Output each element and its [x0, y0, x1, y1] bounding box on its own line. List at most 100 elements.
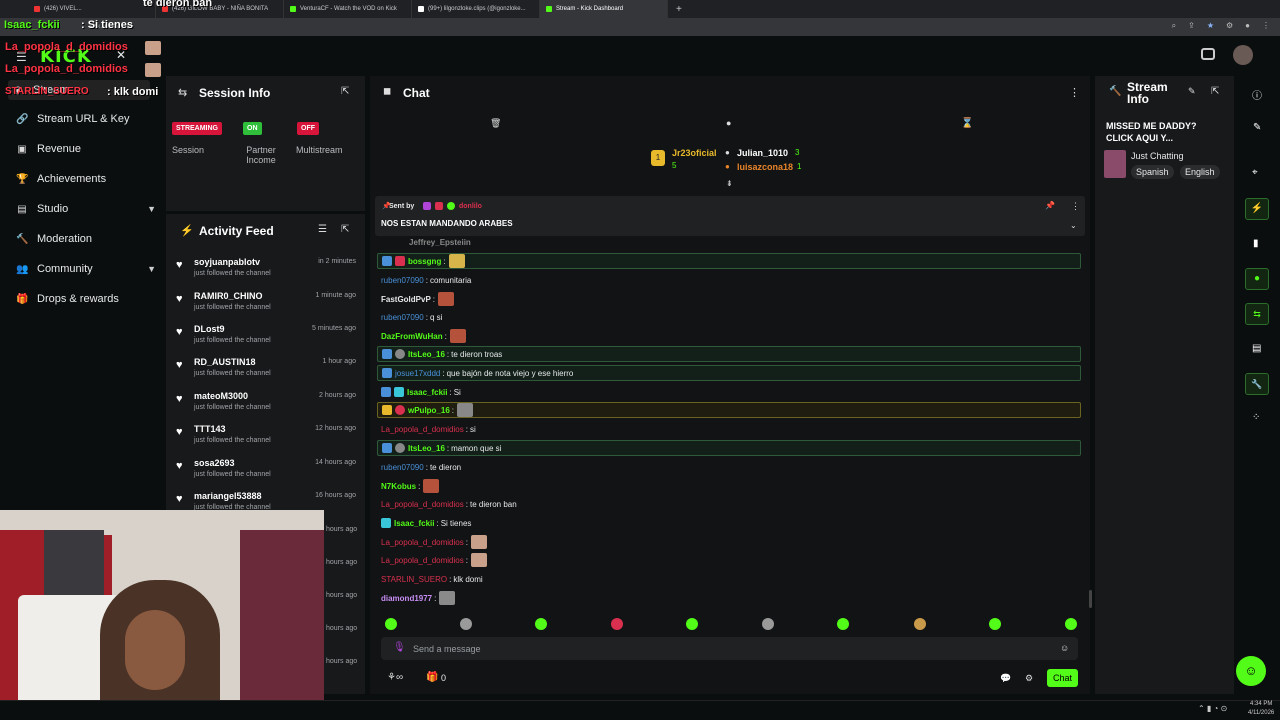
address-bar[interactable]: kick.com/stream ⌕ ⇪ ★ ⚙ ● ⋮: [0, 18, 1280, 36]
chat-message[interactable]: Isaac_fckii: Si: [377, 384, 1081, 400]
emote-button[interactable]: [989, 618, 1001, 630]
chat-message[interactable]: ruben07090: comunitaria: [377, 272, 1081, 288]
profile-icon[interactable]: ●: [1245, 21, 1250, 31]
activity-time: hours ago: [326, 658, 358, 665]
edit-icon[interactable]: ✎: [1188, 86, 1196, 97]
chat-message[interactable]: ItsLeo_16: te dieron troas: [377, 346, 1081, 362]
chat-message[interactable]: La_popola_d_domidios:: [377, 552, 1081, 568]
stream-info-title: Stream Info: [1127, 80, 1168, 106]
chat-mode-icon[interactable]: ●: [726, 118, 731, 128]
overlay-emote: [145, 63, 161, 77]
tag-spanish[interactable]: Spanish: [1131, 165, 1174, 179]
sidebar-item-moderation[interactable]: 🔨 Moderation: [16, 229, 156, 249]
emote: [423, 479, 440, 493]
more-options-icon[interactable]: ⋮: [1069, 86, 1080, 99]
chat-message[interactable]: diamond1977:: [377, 590, 1081, 606]
hammer-icon: 🔨: [16, 233, 29, 245]
share-icon[interactable]: ⇪: [1188, 21, 1195, 31]
emote-button[interactable]: [837, 618, 849, 630]
network-icon[interactable]: ⁘: [1252, 412, 1260, 423]
bookmark-star-icon[interactable]: ★: [1207, 21, 1214, 31]
zoom-icon[interactable]: ⌕: [1172, 21, 1176, 31]
badge-icon: [395, 443, 405, 453]
expand-arrow-icon[interactable]: ⇟: [726, 179, 733, 188]
chat-bubble-icon[interactable]: 💬: [1000, 673, 1011, 684]
sidebar-item-community[interactable]: 👥 Community ▼: [16, 259, 156, 279]
chat-message[interactable]: ItsLeo_16: mamon que si: [377, 440, 1081, 456]
chat-message[interactable]: N7Kobus:: [377, 478, 1081, 494]
chat-message[interactable]: La_popola_d_domidios: te dieron ban: [377, 496, 1081, 512]
chat-scrollbar[interactable]: [1089, 590, 1092, 608]
bolt-icon[interactable]: ⚡: [1245, 198, 1269, 220]
sidebar-item-stream-url-key[interactable]: 🔗 Stream URL & Key: [16, 109, 156, 129]
popout-icon[interactable]: ⇱: [341, 224, 349, 235]
chat-message[interactable]: wPulpo_16:: [377, 402, 1081, 418]
chat-message[interactable]: STARLIN_SUERO: klk domi: [377, 571, 1081, 587]
emote-button[interactable]: [611, 618, 623, 630]
chat-message[interactable]: La_popola_d_domidios: si: [377, 421, 1081, 437]
popout-icon[interactable]: ⇱: [341, 86, 349, 97]
sidebar-item-revenue[interactable]: ▣ Revenue: [16, 139, 156, 159]
emote-button[interactable]: [385, 618, 397, 630]
avatar[interactable]: [1233, 45, 1253, 65]
sidebar-item-drops-rewards[interactable]: 🎁 Drops & rewards: [16, 289, 156, 309]
target-icon[interactable]: ⌖: [1252, 167, 1258, 178]
chat-message[interactable]: ruben07090: q si: [377, 309, 1081, 325]
trash-icon[interactable]: 🗑: [490, 118, 501, 129]
broadcast-icon[interactable]: ⇆: [1245, 303, 1269, 325]
activity-item: ♥ sosa2693 just followed the channel 14 hou…: [176, 458, 356, 478]
tag-english[interactable]: English: [1180, 165, 1220, 179]
sidebar-item-achievements[interactable]: 🏆 Achievements: [16, 169, 156, 189]
info-icon[interactable]: ⓘ: [1252, 87, 1262, 102]
mic-icon[interactable]: 🎙: [393, 642, 406, 653]
chat-message[interactable]: bossgng:: [377, 253, 1081, 269]
pin-toggle-icon[interactable]: 📌: [1045, 201, 1055, 210]
chevron-down-icon[interactable]: ⌄: [1070, 221, 1077, 230]
extensions-icon[interactable]: ⚙: [1226, 21, 1233, 31]
wallet-icon[interactable]: [1201, 48, 1215, 60]
sidebar-item-studio[interactable]: ▤ Studio ▼: [16, 199, 156, 219]
wrench-icon[interactable]: 🔧: [1245, 373, 1269, 395]
hammer-icon: 🔨: [1109, 86, 1122, 97]
gear-icon[interactable]: ⚙: [1025, 673, 1033, 684]
emote-button[interactable]: [1065, 618, 1077, 630]
support-chat-button[interactable]: ☺: [1236, 656, 1266, 686]
tiktok-icon: [418, 6, 424, 12]
infinity-icon[interactable]: ⚘∞: [387, 672, 403, 683]
badge-icon: [381, 387, 391, 397]
chat-message[interactable]: FastGoldPvP:: [377, 291, 1081, 307]
browser-tab[interactable]: (99+) lilgonzloke.clips (@igonzloke...: [412, 0, 540, 18]
chat-toggle-icon[interactable]: ●: [1245, 268, 1269, 290]
gift-icon[interactable]: 🎁: [426, 672, 438, 683]
chat-send-button[interactable]: Chat: [1047, 669, 1078, 687]
activity-item: ♥ TTT143 just followed the channel 12 hours…: [176, 424, 356, 444]
chat-message[interactable]: Isaac_fckii: Si tienes: [377, 515, 1081, 531]
new-tab-icon[interactable]: +: [676, 4, 682, 15]
filter-icon[interactable]: ☰: [318, 224, 327, 235]
user-dot-icon: ●: [725, 148, 730, 157]
chat-message[interactable]: DazFromWuHan:: [377, 328, 1081, 344]
browser-tab[interactable]: VenturaCF - Watch the VOD on Kick: [284, 0, 412, 18]
emote-button[interactable]: [460, 618, 472, 630]
popout-icon[interactable]: ⇱: [1211, 86, 1219, 97]
file-icon[interactable]: ▮: [1253, 238, 1259, 249]
layout-icon[interactable]: ▤: [1252, 343, 1261, 354]
hourglass-icon[interactable]: ⌛: [961, 118, 973, 129]
chat-input[interactable]: [381, 637, 1078, 660]
taskbar-tray-icons[interactable]: ⌃ ▮ ◔ ⊙: [1198, 704, 1227, 713]
menu-icon[interactable]: ⋮: [1262, 21, 1270, 31]
browser-tab[interactable]: (426) VIVEL...: [28, 0, 156, 18]
multistream-badge: OFF: [297, 122, 319, 135]
more-options-icon[interactable]: ⋮: [1071, 201, 1080, 212]
emote-button[interactable]: [535, 618, 547, 630]
emote-button[interactable]: [686, 618, 698, 630]
chat-message[interactable]: josue17xddd: que bajón de nota viejo y e…: [377, 365, 1081, 381]
browser-tab-active[interactable]: Stream - Kick Dashboard: [540, 0, 668, 18]
top-user-name: Jr23oficial: [672, 148, 717, 158]
emoji-icon[interactable]: ☺: [1060, 643, 1069, 653]
emote-button[interactable]: [914, 618, 926, 630]
edit-icon[interactable]: ✎: [1253, 122, 1261, 133]
chat-message[interactable]: ruben07090: te dieron: [377, 459, 1081, 475]
chat-message[interactable]: La_popola_d_domidios:: [377, 534, 1081, 550]
emote-button[interactable]: [762, 618, 774, 630]
